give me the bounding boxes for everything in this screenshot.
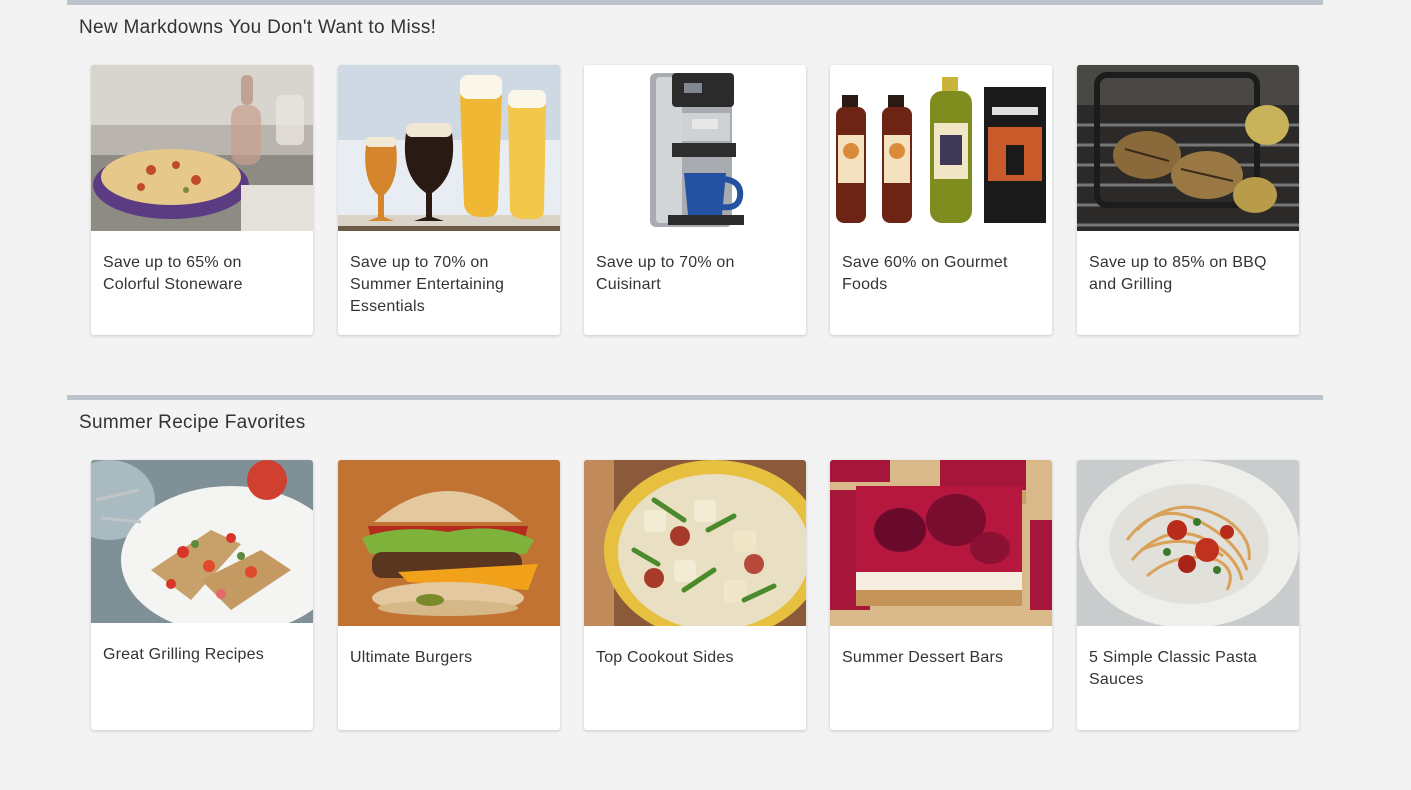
promo-card-cuisinart[interactable]: Save up to 70% on Cuisinart (584, 65, 806, 335)
card-row: Save up to 65% on Colorful Stoneware Sav… (91, 65, 1299, 335)
recipe-card-pasta[interactable]: 5 Simple Classic Pasta Sauces (1077, 460, 1299, 730)
card-label[interactable]: Great Grilling Recipes (103, 644, 301, 666)
promo-card-stoneware[interactable]: Save up to 65% on Colorful Stoneware (91, 65, 313, 335)
card-label[interactable]: Save up to 70% on Cuisinart (596, 252, 794, 296)
burger-photo[interactable] (338, 460, 560, 626)
card-label[interactable]: 5 Simple Classic Pasta Sauces (1089, 647, 1287, 691)
promo-card-gourmet[interactable]: Save 60% on Gourmet Foods (830, 65, 1052, 335)
section-title: Summer Recipe Favorites (79, 412, 306, 433)
card-label[interactable]: Save 60% on Gourmet Foods (842, 252, 1040, 296)
promo-card-bbq[interactable]: Save up to 85% on BBQ and Grilling (1077, 65, 1299, 335)
recipe-card-dessert-bars[interactable]: Summer Dessert Bars (830, 460, 1052, 730)
beer-glasses-photo[interactable] (338, 65, 560, 231)
section-title: New Markdowns You Don't Want to Miss! (79, 17, 437, 38)
pasta-photo[interactable] (1077, 460, 1299, 626)
grill-basket-photo[interactable] (1077, 65, 1299, 231)
potato-salad-photo[interactable] (584, 460, 806, 626)
card-label[interactable]: Ultimate Burgers (350, 647, 548, 669)
gourmet-sauces-photo[interactable] (830, 65, 1052, 231)
card-label[interactable]: Save up to 85% on BBQ and Grilling (1089, 252, 1287, 296)
card-label[interactable]: Save up to 70% on Summer Entertaining Es… (350, 252, 548, 318)
coffee-maker-photo[interactable] (584, 65, 806, 231)
recipe-card-grilling[interactable]: Great Grilling Recipes (91, 460, 313, 730)
card-row: Great Grilling Recipes Ultimate Burgers (91, 460, 1299, 730)
recipe-card-burgers[interactable]: Ultimate Burgers (338, 460, 560, 730)
card-label[interactable]: Save up to 65% on Colorful Stoneware (103, 252, 301, 296)
grilled-salad-photo[interactable] (91, 460, 313, 623)
card-label[interactable]: Summer Dessert Bars (842, 647, 1040, 669)
recipe-card-sides[interactable]: Top Cookout Sides (584, 460, 806, 730)
recipes-section: Summer Recipe Favorites Great Grilling R… (67, 395, 1323, 730)
markdowns-section: New Markdowns You Don't Want to Miss! Sa… (67, 0, 1323, 335)
card-label[interactable]: Top Cookout Sides (596, 647, 794, 669)
dessert-bars-photo[interactable] (830, 460, 1052, 626)
promo-card-entertaining[interactable]: Save up to 70% on Summer Entertaining Es… (338, 65, 560, 335)
stoneware-casserole-photo[interactable] (91, 65, 313, 231)
